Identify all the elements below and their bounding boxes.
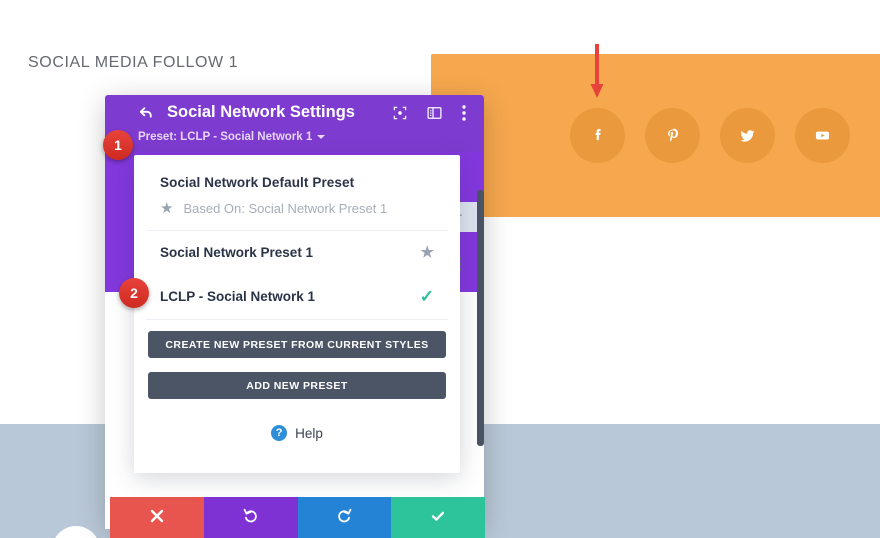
- add-new-preset-button[interactable]: ADD NEW PRESET: [148, 372, 446, 399]
- social-button-facebook[interactable]: [570, 108, 625, 163]
- help-icon: ?: [271, 425, 288, 441]
- undo-icon: [242, 507, 259, 528]
- preset-lclp-social-network-1[interactable]: LCLP - Social Network 1 ✓: [134, 274, 460, 319]
- help-label: Help: [295, 425, 323, 441]
- social-media-follow-section: [431, 54, 880, 217]
- preset-bar[interactable]: Preset: LCLP - Social Network 1: [138, 131, 326, 143]
- facebook-icon: [588, 126, 608, 146]
- close-icon: [150, 509, 164, 527]
- modal-title: Social Network Settings: [167, 103, 355, 121]
- preset-social-network-preset-1[interactable]: Social Network Preset 1 ★: [134, 231, 460, 274]
- check-icon: [430, 508, 446, 528]
- social-button-pinterest[interactable]: [645, 108, 700, 163]
- preset-dropdown: Social Network Default Preset ★ Based On…: [134, 155, 460, 473]
- page-title: SOCIAL MEDIA FOLLOW 1: [28, 54, 239, 71]
- redo-button[interactable]: [297, 497, 392, 538]
- pointer-arrow-icon: [590, 44, 604, 98]
- social-button-twitter[interactable]: [720, 108, 775, 163]
- cancel-button[interactable]: [110, 497, 204, 538]
- default-preset-group: Social Network Default Preset ★ Based On…: [134, 155, 460, 230]
- chevron-down-icon: [317, 135, 326, 139]
- youtube-icon: [812, 125, 833, 146]
- redo-icon: [336, 507, 353, 528]
- kebab-menu-icon[interactable]: [462, 104, 466, 121]
- preset-label: LCLP - Social Network 1: [160, 289, 316, 304]
- layout-view-icon[interactable]: [427, 106, 442, 120]
- callout-badge-2: 2: [119, 278, 149, 308]
- back-arrow-icon[interactable]: [138, 104, 155, 121]
- callout-badge-1: 1: [103, 130, 133, 160]
- preset-bar-label: Preset: LCLP - Social Network 1: [138, 131, 313, 143]
- default-preset-based-on: ★ Based On: Social Network Preset 1: [160, 201, 434, 216]
- save-button[interactable]: [391, 497, 485, 538]
- twitter-icon: [737, 125, 758, 146]
- app-root: SOCIAL MEDIA FOLLOW 1 Social Network Set…: [0, 0, 880, 538]
- star-icon[interactable]: ★: [421, 245, 434, 260]
- default-preset-title: Social Network Default Preset: [160, 175, 355, 190]
- pinterest-icon: [663, 126, 683, 146]
- modal-action-bar: [110, 497, 485, 538]
- create-new-preset-button[interactable]: CREATE NEW PRESET FROM CURRENT STYLES: [148, 331, 446, 358]
- check-icon: ✓: [419, 287, 434, 306]
- based-on-label: Based On: Social Network Preset 1: [183, 201, 388, 216]
- undo-button[interactable]: [203, 497, 298, 538]
- dropdown-actions: CREATE NEW PRESET FROM CURRENT STYLES AD…: [134, 320, 460, 399]
- modal-scrollbar[interactable]: [477, 190, 484, 446]
- social-button-youtube[interactable]: [795, 108, 850, 163]
- help-link[interactable]: ? Help: [134, 413, 460, 441]
- modal-header: Social Network Settings Preset: LCLP - S…: [105, 95, 484, 152]
- expand-view-icon[interactable]: [393, 106, 407, 120]
- preset-label: Social Network Preset 1: [160, 245, 314, 260]
- social-icons-row: [431, 54, 880, 217]
- star-icon: ★: [160, 200, 174, 217]
